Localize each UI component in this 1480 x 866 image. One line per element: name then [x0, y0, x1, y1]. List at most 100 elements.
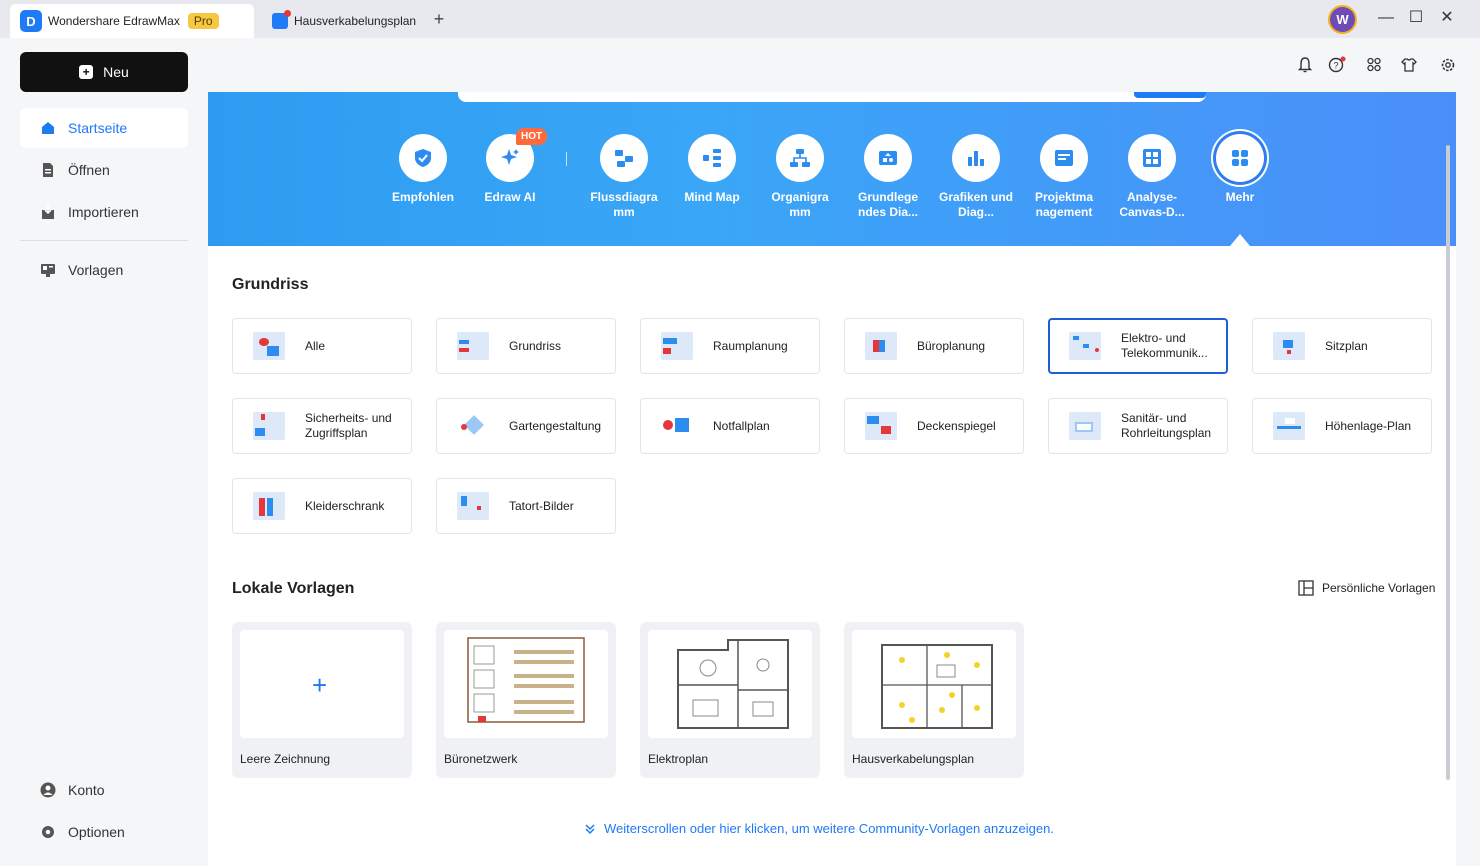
garden-design-icon — [457, 412, 489, 440]
category-flussdiagramm[interactable]: Flussdiagra mm — [586, 134, 662, 220]
sidebar-item-importieren[interactable]: Importieren — [20, 192, 188, 232]
more-grid-icon — [1232, 150, 1248, 166]
sidebar-item-label: Importieren — [68, 204, 139, 220]
template-card[interactable]: Gartengestaltung — [436, 398, 616, 454]
template-label: Höhenlage-Plan — [1325, 418, 1412, 433]
template-card[interactable]: Deckenspiegel — [844, 398, 1024, 454]
template-label: Sitzplan — [1325, 338, 1368, 353]
maximize-button[interactable]: ☐ — [1406, 8, 1426, 28]
category-label: Empfohlen — [392, 190, 454, 204]
sidebar: + Neu Startseite Öffnen Importieren Vorl… — [0, 38, 208, 866]
local-template-hausverkabelungsplan[interactable]: Hausverkabelungsplan — [844, 622, 1024, 778]
template-label: Tatort-Bilder — [509, 498, 574, 513]
tab-document[interactable]: Hausverkabelungsplan — [270, 4, 420, 38]
category-empfohlen[interactable]: Empfohlen — [385, 134, 461, 205]
selected-pointer — [1230, 234, 1250, 246]
template-label: Raumplanung — [713, 338, 788, 353]
template-card[interactable]: Alle — [232, 318, 412, 374]
category-edraw-ai[interactable]: HOT Edraw AI — [472, 128, 548, 205]
sidebar-item-konto[interactable]: Konto — [20, 770, 188, 810]
flowchart-icon — [615, 150, 633, 167]
template-card[interactable]: Sanitär- und Rohrleitungsplan — [1048, 398, 1228, 454]
tab-home[interactable]: D Wondershare EdrawMax Pro — [10, 4, 254, 38]
search-button[interactable] — [1134, 92, 1206, 98]
project-icon — [1055, 150, 1073, 166]
minimize-button[interactable]: — — [1376, 8, 1396, 28]
wardrobe-icon — [253, 492, 285, 520]
category-label: Grafiken und Diag... — [938, 190, 1013, 219]
hot-badge: HOT — [516, 128, 548, 145]
section-title-local: Lokale Vorlagen — [232, 580, 355, 597]
template-label: Sanitär- und Rohrleitungsplan — [1121, 411, 1212, 440]
gear-icon[interactable] — [1439, 56, 1457, 74]
template-label: Sicherheits- und Zugriffsplan — [305, 411, 392, 440]
category-label: Mehr — [1225, 190, 1255, 204]
close-button[interactable]: ✕ — [1437, 8, 1457, 28]
scrollbar[interactable] — [1446, 145, 1450, 780]
template-label: Notfallplan — [713, 418, 770, 433]
elevation-plan-icon — [1273, 412, 1305, 440]
settings-icon — [42, 826, 54, 838]
doc-tab-label: Hausverkabelungsplan — [294, 14, 417, 28]
template-card[interactable]: Höhenlage-Plan — [1252, 398, 1432, 454]
apps-icon[interactable] — [1366, 56, 1384, 74]
electrical-telecom-icon — [1069, 332, 1101, 360]
local-template-bueronetzwerk[interactable]: Büronetzwerk — [436, 622, 616, 778]
bell-icon[interactable] — [1296, 56, 1314, 74]
new-button[interactable]: + Neu — [20, 52, 188, 92]
main-panel: Empfohlen HOT Edraw AI Flussdiagra mm Mi… — [208, 92, 1456, 866]
shirt-icon[interactable] — [1400, 56, 1418, 74]
template-card[interactable]: Raumplanung — [640, 318, 820, 374]
personal-templates-button[interactable]: Persönliche Vorlagen — [1298, 580, 1435, 596]
edrawmax-logo-icon: D — [20, 10, 42, 32]
category-organigramm[interactable]: Organigra mm — [762, 134, 838, 220]
category-grundlegendes-diagramm[interactable]: Grundlege ndes Dia... — [850, 134, 926, 220]
category-mehr[interactable]: Mehr — [1202, 134, 1278, 205]
local-template-blank[interactable]: + Leere Zeichnung — [232, 622, 412, 778]
template-card[interactable]: Sicherheits- und Zugriffsplan — [232, 398, 412, 454]
template-card[interactable]: Sitzplan — [1252, 318, 1432, 374]
sidebar-item-oeffnen[interactable]: Öffnen — [20, 150, 188, 190]
template-label: Deckenspiegel — [917, 418, 996, 433]
local-template-elektroplan[interactable]: Elektroplan — [640, 622, 820, 778]
canvas-icon — [1143, 149, 1161, 167]
template-card[interactable]: Grundriss — [436, 318, 616, 374]
template-label: Elektro- und Telekommunik... — [1121, 331, 1208, 360]
section-title-grundriss: Grundriss — [232, 276, 309, 293]
import-icon — [42, 205, 54, 219]
category-label: Grundlege ndes Dia... — [857, 190, 919, 219]
orgchart-icon — [790, 149, 810, 167]
category-grafiken-diagramme[interactable]: Grafiken und Diag... — [938, 134, 1014, 220]
template-label: Büroplanung — [917, 338, 986, 353]
plumbing-plan-icon — [1069, 412, 1101, 440]
template-card[interactable]: Büroplanung — [844, 318, 1024, 374]
local-template-label: Hausverkabelungsplan — [852, 752, 975, 766]
pro-badge: Pro — [187, 13, 219, 29]
more-community-templates-link[interactable]: Weiterscrollen oder hier klicken, um wei… — [584, 821, 1054, 836]
more-link-text: Weiterscrollen oder hier klicken, um wei… — [604, 821, 1054, 836]
category-projektmanagement[interactable]: Projektma nagement — [1026, 134, 1102, 220]
app-name: Wondershare EdrawMax — [48, 14, 180, 28]
sidebar-item-startseite[interactable]: Startseite — [20, 108, 188, 148]
avatar[interactable]: W — [1330, 7, 1355, 32]
template-card[interactable]: Kleiderschrank — [232, 478, 412, 534]
category-mind-map[interactable]: Mind Map — [674, 134, 750, 205]
emergency-plan-icon — [661, 412, 693, 440]
new-tab-button[interactable]: + — [430, 9, 448, 30]
blank-drawing-preview: + — [240, 630, 404, 738]
ai-sparkle-icon — [501, 149, 519, 165]
sidebar-item-vorlagen[interactable]: Vorlagen — [20, 250, 188, 290]
help-icon[interactable]: ? — [1328, 56, 1346, 74]
template-card-selected[interactable]: Elektro- und Telekommunik... — [1048, 318, 1228, 374]
template-card[interactable]: Notfallplan — [640, 398, 820, 454]
file-icon — [43, 163, 53, 177]
title-bar: D Wondershare EdrawMax Pro Hausverkabelu… — [0, 0, 1480, 38]
plus-icon: + — [312, 670, 328, 700]
electrical-plan-thumbnail — [677, 639, 789, 729]
template-card[interactable]: Tatort-Bilder — [436, 478, 616, 534]
seating-plan-icon — [1273, 332, 1305, 360]
sidebar-item-optionen[interactable]: Optionen — [20, 812, 188, 852]
search-bar[interactable] — [458, 92, 1206, 102]
category-analyse-canvas[interactable]: Analyse- Canvas-D... — [1114, 134, 1190, 220]
template-label: Alle — [305, 338, 326, 353]
